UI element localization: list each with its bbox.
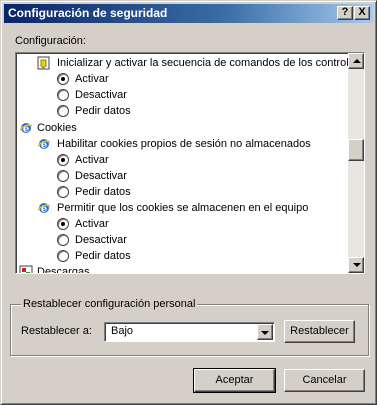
scroll-up-button[interactable]: [348, 53, 364, 69]
script-setting-icon: [37, 56, 50, 70]
ie-globe-icon: e: [37, 139, 51, 151]
title-bar[interactable]: Configuración de seguridad ? X: [4, 4, 373, 23]
setting-label: Inicializar y activar la secuencia de co…: [57, 57, 349, 69]
radio-desactivar[interactable]: [57, 89, 69, 101]
reset-level-select[interactable]: Bajo: [104, 322, 275, 342]
help-button[interactable]: ?: [337, 6, 353, 20]
accept-button[interactable]: Aceptar: [193, 368, 276, 393]
scroll-down-button[interactable]: [348, 257, 364, 273]
option-label: Pedir datos: [75, 250, 131, 262]
radio-desactivar[interactable]: [57, 234, 69, 246]
radio-activar[interactable]: [57, 218, 69, 230]
scroll-thumb[interactable]: [348, 139, 364, 161]
option-label: Activar: [75, 218, 109, 230]
ie-globe-icon: e: [37, 203, 51, 215]
arrow-down-icon: [353, 263, 361, 267]
option-label: Activar: [75, 154, 109, 166]
download-icon: [19, 265, 33, 273]
radio-pedir-datos[interactable]: [57, 250, 69, 262]
chevron-down-icon: [261, 331, 269, 335]
radio-pedir-datos[interactable]: [57, 105, 69, 117]
arrow-up-icon: [353, 59, 361, 63]
reset-label: Restablecer a:: [21, 325, 92, 337]
close-button[interactable]: X: [354, 6, 370, 20]
selected-level: Bajo: [111, 325, 134, 337]
security-settings-dialog: Configuración de seguridad ? X Configura…: [0, 0, 377, 405]
reset-button[interactable]: Restablecer: [284, 320, 355, 343]
vertical-scrollbar[interactable]: [348, 53, 364, 273]
option-label: Pedir datos: [75, 105, 131, 117]
option-label: Pedir datos: [75, 186, 131, 198]
radio-pedir-datos[interactable]: [57, 186, 69, 198]
radio-desactivar[interactable]: [57, 170, 69, 182]
ie-globe-icon: e: [19, 123, 33, 135]
setting-label: Habilitar cookies propios de sesión no a…: [57, 138, 311, 150]
cancel-button[interactable]: Cancelar: [284, 369, 365, 392]
option-label: Activar: [75, 73, 109, 85]
dropdown-button[interactable]: [257, 324, 273, 340]
reset-group-title: Restablecer configuración personal: [21, 298, 198, 310]
radio-activar[interactable]: [57, 154, 69, 166]
category-label-cookies: Cookies: [37, 122, 77, 134]
settings-listbox[interactable]: Inicializar y activar la secuencia de co…: [15, 52, 365, 274]
setting-label: Permitir que los cookies se almacenen en…: [57, 202, 309, 214]
dialog-title: Configuración de seguridad: [8, 6, 168, 20]
option-label: Desactivar: [75, 234, 127, 246]
settings-label: Configuración:: [15, 35, 86, 47]
option-label: Desactivar: [75, 170, 127, 182]
category-label-descargas: Descargas: [37, 266, 90, 273]
settings-list-content: Inicializar y activar la secuencia de co…: [16, 53, 349, 273]
radio-activar[interactable]: [57, 73, 69, 85]
option-label: Desactivar: [75, 89, 127, 101]
